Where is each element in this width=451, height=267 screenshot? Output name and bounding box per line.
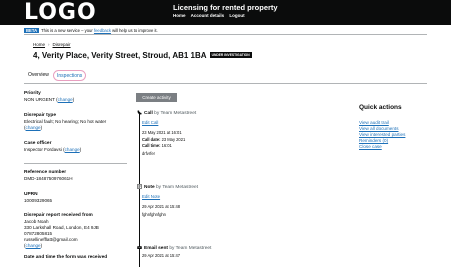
officer-section: Case officer Inspector Fordavsi (change): [24, 141, 134, 153]
disrepair-change-link[interactable]: change: [26, 125, 41, 130]
date-label: Date and time the form was received: [24, 255, 108, 260]
quick-actions: Quick actions View audit trail View all …: [359, 104, 439, 150]
quick-actions-list: View audit trail View all documents View…: [359, 120, 439, 150]
timeline-heading: Note by Team Metastreet: [137, 184, 317, 190]
timeline-item-email: Email sent by Team Metastreet 29 Apr 202…: [137, 245, 317, 258]
reference-section: Reference number DMD-1848750976061H: [24, 170, 134, 182]
call-date-label: Call date:: [142, 137, 161, 143]
header-nav: Home Account details Logout: [173, 13, 249, 18]
edit-note-link[interactable]: Edit Note: [142, 194, 317, 199]
officer-value: Inspector Fordavsi: [24, 147, 62, 152]
priority-change-link[interactable]: change: [58, 97, 73, 102]
breadcrumb-separator: ›: [48, 42, 50, 47]
call-time-row: Call time: 16:01: [142, 143, 317, 149]
timeline-type: Note: [144, 184, 155, 190]
officer-change-link[interactable]: change: [65, 147, 80, 152]
phase-banner: BETA This is a new service – your feedbac…: [24, 27, 427, 35]
section-divider: [24, 163, 127, 164]
edit-call-link[interactable]: Edit Call: [142, 120, 317, 125]
disrepair-change-row: (change): [24, 125, 43, 130]
timeline-timestamp: 29 Apr 2021 at 15:48: [142, 203, 181, 209]
timeline-note: fghnfghnfghn: [142, 212, 166, 218]
beta-tag: BETA: [24, 28, 40, 33]
priority-label: Priority: [24, 91, 41, 96]
logo[interactable]: LOGO: [24, 0, 97, 25]
breadcrumb-home[interactable]: Home: [33, 42, 45, 47]
timeline-heading: Email sent by Team Metastreet: [137, 245, 317, 251]
page-title-text: 4, Verity Place, Verity Street, Stroud, …: [33, 51, 207, 60]
note-icon: [137, 184, 142, 189]
call-time-label: Call time:: [142, 142, 161, 148]
timeline-type: Call: [144, 110, 153, 116]
service-name[interactable]: Licensing for rented property: [173, 3, 278, 12]
status-badge: UNDER INVESTIGATION: [209, 51, 252, 58]
timeline-body: Edit Call 23 May 2021 at 16:01 Call date…: [142, 120, 317, 157]
disrepair-label: Disrepair type: [24, 113, 56, 118]
timeline-item-call: Call by Team Metastreet Edit Call 23 May…: [137, 110, 317, 157]
reference-label: Reference number: [24, 170, 67, 175]
uprn-label: UPRN: [24, 192, 38, 197]
uprn-value: 10009329065: [24, 198, 53, 203]
beta-text-after: will help us to improve it.: [110, 28, 158, 33]
close-case-link[interactable]: Close case: [359, 144, 439, 150]
timeline-heading: Call by Team Metastreet: [137, 110, 317, 116]
timeline-item-note: Note by Team Metastreet Edit Note 29 Apr…: [137, 184, 317, 218]
timeline-author: by Team Metastreet: [154, 110, 197, 116]
nav-home[interactable]: Home: [173, 13, 186, 18]
timeline-timestamp: 29 Apr 2021 at 15:47: [142, 252, 181, 258]
email-icon: [137, 245, 142, 249]
timeline-author: by Team Metastreet: [156, 184, 199, 190]
report-section: Disrepair report received from Jacob Noa…: [24, 213, 134, 249]
timeline-body: 29 Apr 2021 at 15:47: [142, 253, 317, 259]
disrepair-section: Disrepair type Electrical fault; No hear…: [24, 113, 134, 131]
phone-icon: [137, 110, 142, 115]
page-title: 4, Verity Place, Verity Street, Stroud, …: [33, 51, 252, 60]
breadcrumb: Home › Disrepair: [33, 42, 71, 47]
timeline-author: by Team Metastreet: [169, 245, 212, 251]
reference-value: DMD-1848750976061H: [24, 176, 73, 181]
officer-label: Case officer: [24, 141, 52, 146]
beta-text-before: This is a new service – your: [41, 28, 94, 33]
feedback-link[interactable]: feedback: [94, 28, 111, 33]
report-label: Disrepair report received from: [24, 213, 93, 218]
report-change-link[interactable]: change: [26, 243, 41, 248]
uprn-section: UPRN 10009329065: [24, 192, 134, 204]
date-section: Date and time the form was received: [24, 255, 134, 261]
call-time-value: 16:01: [161, 142, 172, 148]
tab-overview[interactable]: Overview: [28, 72, 49, 78]
officer-value-row: Inspector Fordavsi (change): [24, 147, 82, 152]
tab-bar: Overview Inspections: [24, 70, 427, 84]
nav-account-details[interactable]: Account details: [191, 13, 225, 18]
timeline-body: Edit Note 29 Apr 2021 at 15:48 fghnfghnf…: [142, 194, 317, 218]
timeline-timestamp: 23 May 2021 at 16:01: [142, 129, 182, 135]
quick-actions-title: Quick actions: [359, 104, 402, 111]
timeline-note: drfvrfer: [142, 151, 155, 157]
priority-value: NON URGENT: [24, 97, 55, 102]
report-change-row: (change): [24, 243, 43, 248]
breadcrumb-disrepair[interactable]: Disrepair: [53, 42, 71, 47]
create-activity-button[interactable]: Create activity: [136, 93, 177, 102]
tab-inspections[interactable]: Inspections: [53, 70, 87, 81]
call-date-value: 23 May 2021: [161, 137, 186, 143]
timeline-type: Email sent: [144, 245, 168, 251]
nav-logout[interactable]: Logout: [229, 13, 244, 18]
priority-value-row: NON URGENT (change): [24, 97, 75, 102]
priority-section: Priority NON URGENT (change): [24, 91, 134, 103]
site-header: LOGO Licensing for rented property Home …: [0, 0, 451, 25]
